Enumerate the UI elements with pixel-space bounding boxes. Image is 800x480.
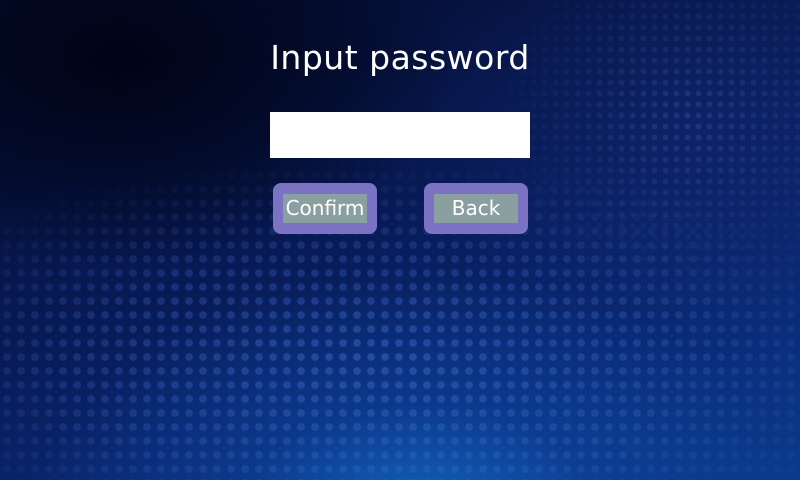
back-button-label: Back [434,194,518,223]
confirm-button[interactable]: Confirm [273,183,377,234]
confirm-button-label: Confirm [283,194,367,223]
page-title: Input password [270,38,530,77]
password-input[interactable] [270,112,530,158]
back-button[interactable]: Back [424,183,528,234]
